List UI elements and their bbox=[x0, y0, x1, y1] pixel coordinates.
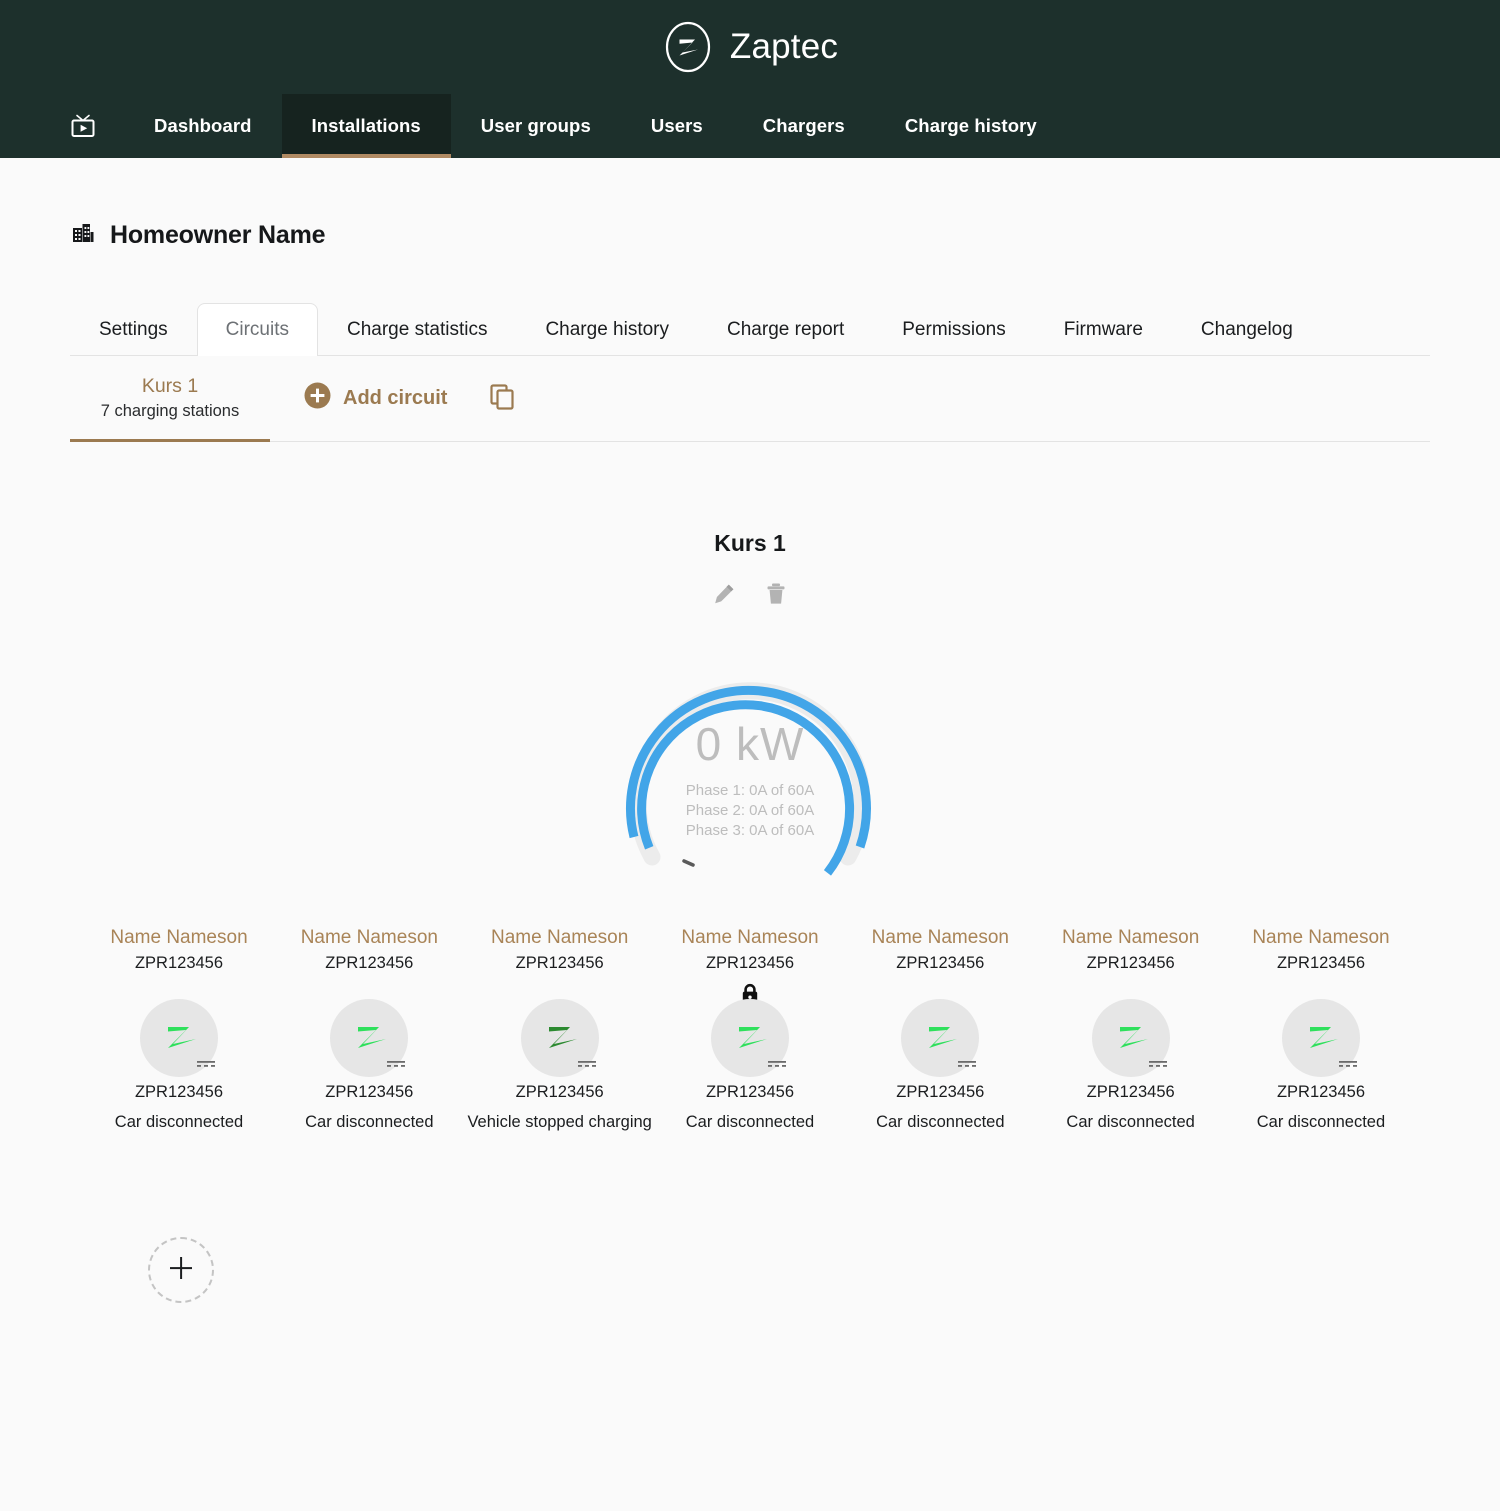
charger-user: Name Nameson bbox=[300, 927, 438, 948]
brand-logo[interactable]: Zaptec bbox=[662, 21, 838, 73]
charger-device-id: ZPR123456 bbox=[515, 1082, 604, 1101]
add-circuit-label: Add circuit bbox=[343, 387, 448, 409]
tab-charge-history[interactable]: Charge history bbox=[516, 303, 698, 356]
nav-item-chargers[interactable]: Chargers bbox=[733, 94, 875, 158]
charger-user: Name Nameson bbox=[110, 927, 248, 948]
gauge-arcs bbox=[626, 682, 871, 876]
brand-bar: Zaptec bbox=[0, 0, 1500, 94]
charger-user: Name Nameson bbox=[681, 927, 819, 948]
charger-user: Name Nameson bbox=[1062, 927, 1200, 948]
copy-icon bbox=[487, 381, 517, 416]
page-title: Homeowner Name bbox=[70, 158, 1430, 251]
charger-status: Car disconnected bbox=[685, 1112, 815, 1131]
building-icon bbox=[70, 220, 96, 251]
dc-indicator-icon bbox=[197, 1060, 215, 1067]
subtab-name: Kurs 1 bbox=[141, 375, 199, 398]
tab-circuits[interactable]: Circuits bbox=[196, 303, 318, 356]
page-title-text: Homeowner Name bbox=[110, 221, 326, 249]
brand-name: Zaptec bbox=[729, 27, 839, 66]
charger-card[interactable]: Name Nameson ZPR123456 ZPR123 bbox=[1036, 927, 1226, 1133]
pencil-icon bbox=[711, 584, 737, 611]
main-nav: Dashboard Installations User groups User… bbox=[0, 94, 1500, 158]
dc-indicator-icon bbox=[767, 1060, 786, 1067]
charger-card[interactable]: Name Nameson ZPR123456 ZPR123 bbox=[465, 927, 655, 1133]
zaptec-circle-z-logo-icon bbox=[662, 21, 714, 73]
tab-changelog[interactable]: Changelog bbox=[1172, 303, 1322, 356]
charger-device-id: ZPR123456 bbox=[1086, 1082, 1175, 1101]
charger-status-disc bbox=[140, 985, 218, 1077]
charger-user: Name Nameson bbox=[491, 927, 629, 948]
charger-id: ZPR123456 bbox=[705, 953, 795, 972]
tab-settings[interactable]: Settings bbox=[70, 303, 197, 356]
charger-card[interactable]: Name Nameson ZPR123456 ZPR123 bbox=[274, 927, 464, 1133]
charger-status-disc bbox=[901, 985, 980, 1077]
charger-device-id: ZPR123456 bbox=[325, 1082, 414, 1101]
charger-status-disc bbox=[710, 983, 789, 1077]
charger-id: ZPR123456 bbox=[134, 953, 224, 972]
plus-circle-icon bbox=[304, 382, 331, 415]
duplicate-circuit-button[interactable] bbox=[481, 356, 523, 441]
power-gauge: 0 kW Phase 1: 0A of 60A Phase 2: 0A of 6… bbox=[580, 625, 920, 893]
dc-indicator-icon bbox=[958, 1060, 977, 1067]
trash-icon bbox=[763, 583, 789, 611]
charger-status: Car disconnected bbox=[876, 1112, 1005, 1131]
dc-indicator-icon bbox=[1148, 1060, 1167, 1067]
charger-status-disc bbox=[1091, 985, 1170, 1077]
primary-tabs: Settings Circuits Charge statistics Char… bbox=[70, 303, 1430, 356]
charger-id: ZPR123456 bbox=[325, 953, 414, 972]
tab-charge-statistics[interactable]: Charge statistics bbox=[318, 303, 516, 356]
charger-card[interactable]: Name Nameson ZPR123456 ZPR123 bbox=[84, 927, 274, 1133]
charger-status: Car disconnected bbox=[114, 1112, 244, 1131]
nav-item-charge-history[interactable]: Charge history bbox=[875, 94, 1067, 158]
charger-id: ZPR123456 bbox=[1086, 953, 1175, 972]
tab-firmware[interactable]: Firmware bbox=[1035, 303, 1172, 356]
add-circuit-button[interactable]: Add circuit bbox=[270, 356, 481, 441]
charger-status: Vehicle stopped charging bbox=[467, 1112, 652, 1131]
add-charger-row bbox=[70, 1133, 1430, 1304]
charger-status-disc bbox=[330, 985, 409, 1077]
delete-circuit-button[interactable] bbox=[763, 581, 789, 607]
circuit-panel: Kurs 1 0 kW Phase 1: 0A of 60A Phase 2: … bbox=[70, 442, 1430, 893]
edit-circuit-button[interactable] bbox=[711, 581, 737, 607]
subtab-subtitle: 7 charging stations bbox=[100, 401, 240, 420]
add-charger-button[interactable] bbox=[148, 1237, 214, 1304]
nav-item-installations[interactable]: Installations bbox=[281, 94, 452, 158]
charger-list: Name Nameson ZPR123456 ZPR123456 Car dis… bbox=[70, 927, 1430, 1133]
circuit-subtabs: Kurs 1 7 charging stations Add circuit bbox=[70, 356, 1430, 442]
nav-item-users[interactable]: Users bbox=[621, 94, 733, 158]
nav-item-dashboard[interactable]: Dashboard bbox=[124, 94, 282, 158]
charger-device-id: ZPR123456 bbox=[896, 1082, 985, 1101]
app-root: Zaptec Dashboard Installations User grou… bbox=[0, 0, 1500, 1511]
charger-status: Car disconnected bbox=[1256, 1112, 1386, 1131]
charger-card[interactable]: Name Nameson ZPR123456 ZPR123 bbox=[1226, 927, 1416, 1133]
charger-status-disc bbox=[520, 985, 599, 1077]
charger-device-id: ZPR123456 bbox=[705, 1082, 795, 1101]
tv-dashboard-icon[interactable] bbox=[68, 94, 124, 158]
charger-device-id: ZPR123456 bbox=[1276, 1082, 1365, 1101]
tab-charge-report[interactable]: Charge report bbox=[698, 303, 873, 356]
charger-device-id: ZPR123456 bbox=[134, 1082, 224, 1101]
charger-id: ZPR123456 bbox=[896, 953, 985, 972]
charger-user: Name Nameson bbox=[1252, 927, 1390, 948]
charger-status: Car disconnected bbox=[1066, 1112, 1195, 1131]
dc-indicator-icon bbox=[387, 1060, 406, 1067]
page-content: Homeowner Name Settings Circuits Charge … bbox=[0, 158, 1500, 1511]
tab-permissions[interactable]: Permissions bbox=[873, 303, 1034, 356]
charger-card[interactable]: Name Nameson ZPR123456 ZPR123 bbox=[845, 927, 1035, 1133]
charger-id: ZPR123456 bbox=[1276, 953, 1365, 972]
subtab-kurs-1[interactable]: Kurs 1 7 charging stations bbox=[70, 356, 270, 442]
circuit-name: Kurs 1 bbox=[714, 530, 786, 556]
plus-icon bbox=[166, 1253, 196, 1288]
charger-status-disc bbox=[1281, 985, 1360, 1077]
dc-indicator-icon bbox=[1338, 1060, 1357, 1067]
charger-card[interactable]: Name Nameson ZPR123456 ZPR123456 Car dis… bbox=[655, 927, 845, 1133]
circuit-actions bbox=[70, 581, 1430, 607]
dc-indicator-icon bbox=[577, 1060, 596, 1067]
charger-id: ZPR123456 bbox=[515, 953, 604, 972]
charger-status: Car disconnected bbox=[305, 1112, 434, 1131]
charger-user: Name Nameson bbox=[871, 927, 1009, 948]
nav-item-user-groups[interactable]: User groups bbox=[451, 94, 621, 158]
